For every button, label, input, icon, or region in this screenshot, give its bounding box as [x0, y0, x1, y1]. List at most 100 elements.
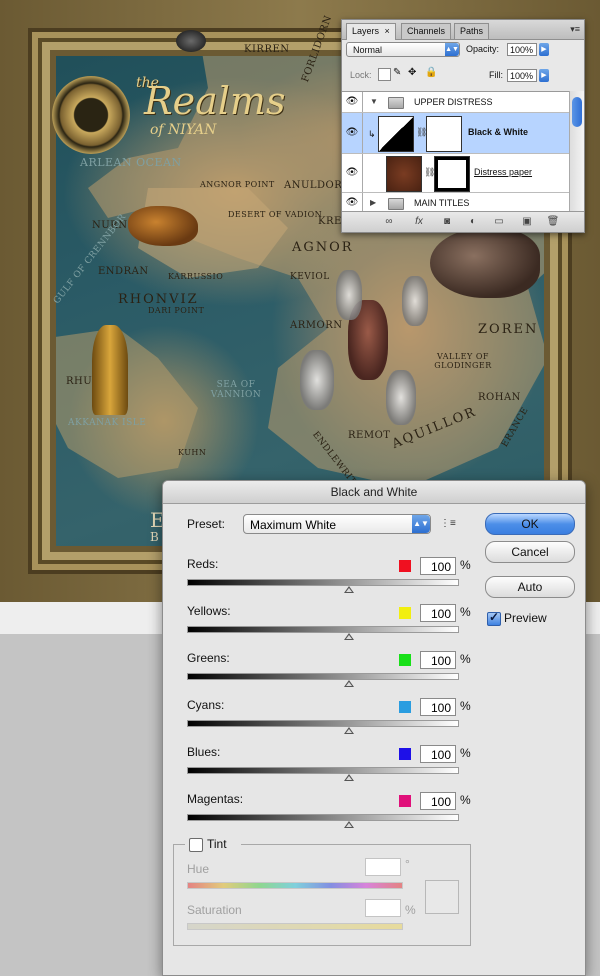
layer-name: Distress paper	[474, 167, 533, 177]
tab-paths[interactable]: Paths	[454, 23, 490, 39]
tab-layers[interactable]: Layers ×	[346, 23, 396, 40]
preset-options-icon[interactable]: ⋮≡	[440, 517, 456, 531]
lock-all-icon[interactable]: 🔒	[425, 67, 437, 78]
eye-icon[interactable]: 👁	[342, 154, 363, 192]
tab-channels[interactable]: Channels	[401, 23, 452, 39]
slider-value-input[interactable]: 100	[420, 604, 456, 622]
eye-icon[interactable]: 👁	[342, 113, 363, 153]
adjustment-layer-icon[interactable]: ◐	[466, 216, 480, 228]
opacity-label: Opacity:	[466, 44, 500, 54]
slider-track[interactable]	[187, 673, 459, 680]
close-icon[interactable]: ×	[385, 26, 390, 36]
cancel-button[interactable]: Cancel	[485, 541, 575, 563]
color-swatch	[399, 654, 411, 666]
slider-knob[interactable]	[344, 633, 354, 640]
saturation-slider[interactable]	[187, 923, 403, 930]
fill-input[interactable]: 100%	[507, 69, 537, 82]
slider-value-input[interactable]: 100	[420, 651, 456, 669]
opacity-input[interactable]: 100%	[507, 43, 537, 56]
layer-row-main-titles[interactable]: 👁 ▶ MAIN TITLES	[342, 193, 570, 213]
tiger-figure	[128, 206, 198, 246]
slider-value-input[interactable]: 100	[420, 792, 456, 810]
eye-icon[interactable]: 👁	[342, 193, 363, 213]
preview-label: Preview	[504, 611, 547, 625]
percent-sign: %	[460, 558, 471, 572]
slider-value-input[interactable]: 100	[420, 698, 456, 716]
color-swatch	[399, 607, 411, 619]
map-label: REMOT	[348, 430, 391, 441]
folder-icon	[388, 97, 404, 109]
fx-icon[interactable]: fx	[412, 216, 426, 228]
layers-panel: Layers × Channels Paths ▾≡ Normal ▲▼ Opa…	[341, 19, 585, 233]
opacity-arrow-button[interactable]: ▶	[539, 43, 549, 56]
auto-button[interactable]: Auto	[485, 576, 575, 598]
color-swatch	[399, 560, 411, 572]
mask-thumbnail[interactable]	[426, 116, 462, 152]
preset-select[interactable]: Maximum White ▲▼	[243, 514, 431, 534]
map-label: ANULDOR	[284, 180, 343, 191]
link-layers-icon[interactable]: ∞	[382, 216, 396, 228]
lock-paint-icon[interactable]: ✎	[393, 67, 401, 78]
golden-statue-figure	[92, 325, 128, 415]
tint-color-swatch[interactable]	[425, 880, 459, 914]
slider-track[interactable]	[187, 814, 459, 821]
disclosure-open-icon[interactable]: ▼	[370, 97, 378, 106]
slider-track[interactable]	[187, 626, 459, 633]
fill-arrow-button[interactable]: ▶	[539, 69, 549, 82]
layer-row-black-white[interactable]: 👁 ↳ ⛓ Black & White	[342, 113, 570, 154]
skeleton-figure	[386, 370, 416, 425]
slider-knob[interactable]	[344, 821, 354, 828]
scrollbar-thumb[interactable]	[572, 97, 582, 127]
slider-track[interactable]	[187, 720, 459, 727]
slider-value-input[interactable]: 100	[420, 557, 456, 575]
slider-track[interactable]	[187, 767, 459, 774]
map-label: KARRUSSIO	[168, 272, 224, 281]
color-swatch	[399, 701, 411, 713]
slider-track[interactable]	[187, 579, 459, 586]
map-label: ANGNOR POINT	[200, 180, 275, 189]
percent-sign: %	[460, 605, 471, 619]
slider-value-input[interactable]: 100	[420, 745, 456, 763]
map-label: KEVIOL	[290, 272, 330, 282]
map-label: ARMORN	[290, 320, 343, 331]
preset-value: Maximum White	[250, 518, 337, 532]
eye-icon[interactable]: 👁	[342, 92, 363, 112]
blend-row: Normal ▲▼ Opacity: 100% ▶	[346, 42, 580, 60]
panel-menu-icon[interactable]: ▾≡	[570, 24, 580, 35]
select-arrows-icon: ▲▼	[445, 43, 459, 56]
map-label: KIRREN	[244, 44, 290, 55]
map-credit-text: B	[150, 530, 159, 544]
layer-row-distress-paper[interactable]: 👁 ⛓ Distress paper	[342, 154, 570, 193]
new-layer-icon[interactable]: ▣	[520, 216, 534, 228]
layer-row-upper-distress[interactable]: 👁 ▼ UPPER DISTRESS	[342, 92, 570, 113]
add-mask-icon[interactable]: ◙	[440, 216, 454, 228]
disclosure-closed-icon[interactable]: ▶	[370, 198, 376, 207]
layer-name: MAIN TITLES	[414, 198, 470, 208]
tab-layers-label: Layers	[352, 26, 380, 36]
tint-header: Tint	[185, 837, 241, 853]
hue-input[interactable]	[365, 858, 401, 876]
trash-icon[interactable]: 🗑	[546, 216, 560, 228]
new-group-icon[interactable]: ▭	[492, 216, 506, 228]
mask-thumbnail[interactable]	[434, 156, 470, 192]
lock-transparent-icon[interactable]	[378, 68, 391, 81]
select-arrows-icon: ▲▼	[412, 515, 430, 533]
slider-knob[interactable]	[344, 774, 354, 781]
preview-checkbox[interactable]	[487, 610, 501, 626]
slider-knob[interactable]	[344, 680, 354, 687]
hue-unit: °	[405, 857, 410, 871]
map-label: VALLEY OF GLODINGER	[434, 352, 492, 370]
layers-scrollbar[interactable]	[569, 91, 584, 212]
lock-move-icon[interactable]: ✥	[408, 67, 416, 78]
skeleton-figure	[300, 350, 334, 410]
slider-label: Cyans:	[187, 698, 225, 712]
slider-knob[interactable]	[344, 586, 354, 593]
skeleton-figure	[402, 276, 428, 326]
tint-checkbox[interactable]	[189, 838, 203, 852]
ok-button[interactable]: OK	[485, 513, 575, 535]
tint-label: Tint	[207, 837, 227, 851]
hue-slider[interactable]	[187, 882, 403, 889]
slider-knob[interactable]	[344, 727, 354, 734]
saturation-input[interactable]	[365, 899, 401, 917]
blend-mode-select[interactable]: Normal ▲▼	[346, 42, 460, 57]
